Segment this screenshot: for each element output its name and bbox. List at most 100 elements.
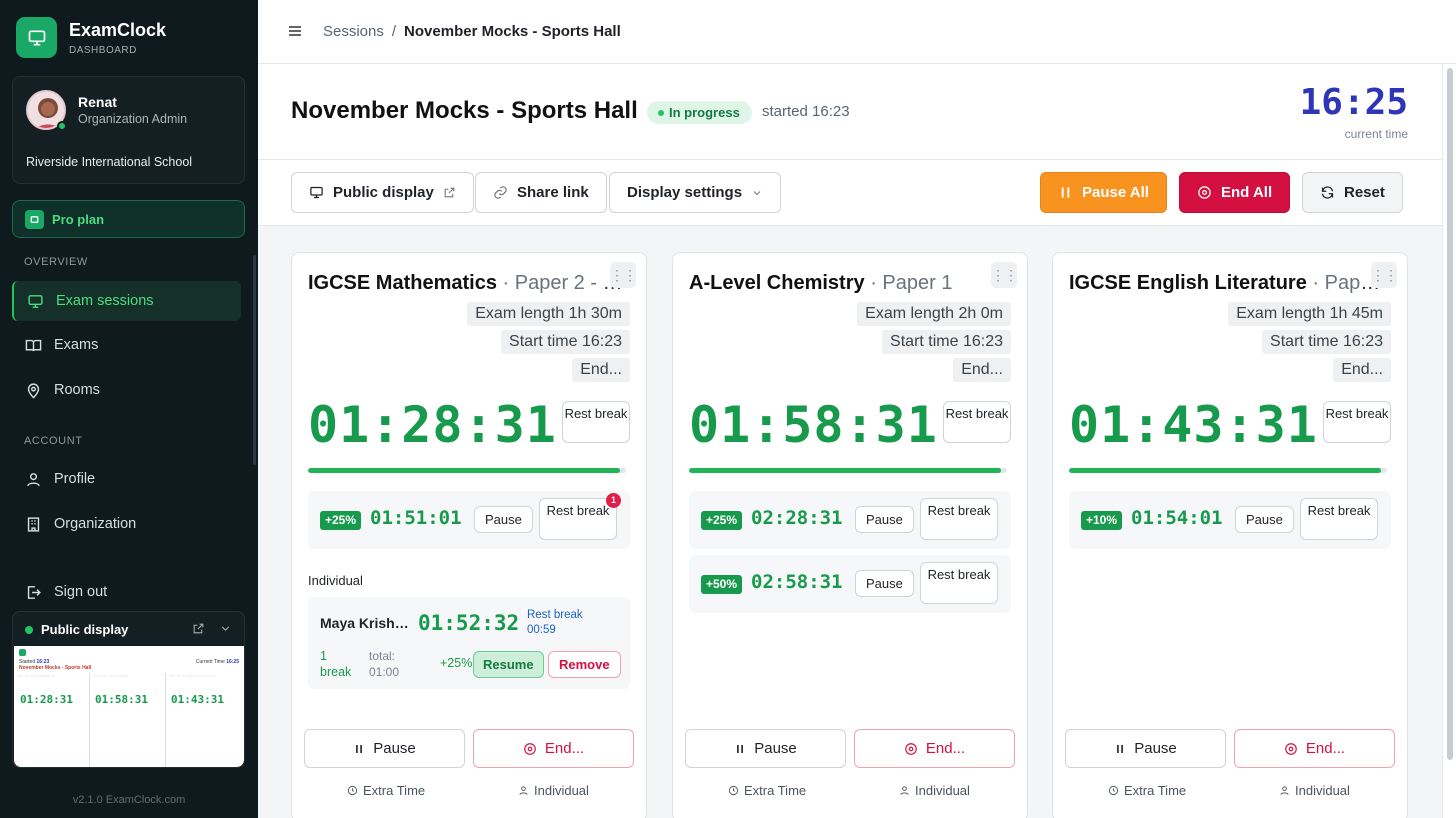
rest-break-status-time: 00:59 — [527, 624, 556, 636]
exam-subject: IGCSE Mathematics — [308, 272, 497, 294]
start-time: Start time 16:23 — [1262, 330, 1391, 354]
individual-student-row: Maya Krishnan 01:52:32 Rest break 00:59 … — [308, 597, 630, 689]
main-scrollbar-thumb[interactable] — [1447, 68, 1453, 760]
extra-time-pause-button[interactable]: Pause — [474, 506, 533, 533]
start-time: Start time 16:23 — [882, 330, 1011, 354]
nav-item-profile[interactable]: Profile — [12, 459, 241, 499]
extra-time-timer: 01:51:01 — [370, 507, 462, 529]
rest-break-button[interactable]: Rest break — [943, 401, 1011, 443]
rest-break-button[interactable]: Rest break — [562, 401, 630, 443]
nav-item-exam-sessions[interactable]: Exam sessions — [12, 281, 241, 321]
map-pin-icon — [27, 382, 40, 399]
external-link-icon[interactable] — [192, 622, 205, 635]
pause-label: Pause — [754, 740, 797, 757]
sidebar-scrollbar[interactable] — [253, 255, 256, 465]
end-all-button[interactable]: End All — [1179, 172, 1291, 213]
main-scrollbar[interactable] — [1442, 64, 1456, 818]
card-end-button[interactable]: End... — [1234, 729, 1395, 768]
status-dot — [25, 625, 33, 634]
nav-item-organization[interactable]: Organization — [12, 504, 241, 544]
individual-link[interactable]: Individual — [899, 783, 970, 798]
drag-handle-icon[interactable]: ⋮⋮ — [991, 262, 1018, 288]
menu-icon[interactable] — [287, 23, 303, 39]
reset-button[interactable]: Reset — [1302, 172, 1403, 213]
nav-item-sign-out[interactable]: Sign out — [12, 572, 241, 612]
nav-item-label: Organization — [54, 516, 137, 532]
card-pause-button[interactable]: Pause — [304, 729, 465, 768]
plan-label: Pro plan — [52, 211, 105, 227]
card-pause-button[interactable]: Pause — [685, 729, 846, 768]
individual-link[interactable]: Individual — [518, 783, 589, 798]
breadcrumb-sessions[interactable]: Sessions — [323, 23, 384, 40]
extra-time-link[interactable]: Extra Time — [1108, 783, 1186, 798]
public-display-preview[interactable]: Started 16:23 Current Time 16:25 Novembe… — [14, 646, 244, 767]
drag-handle-icon[interactable]: ⋮⋮ — [1371, 262, 1398, 288]
exam-card-igcse-english-literature: IGCSE English Literature · Paper 1 ⋮⋮ Ex… — [1052, 252, 1408, 818]
topbar: Sessions / November Mocks - Sports Hall — [258, 0, 1456, 64]
extra-time-rest-break-button[interactable]: Rest break — [920, 562, 998, 604]
individual-link-label: Individual — [915, 783, 970, 798]
end-all-label: End All — [1221, 184, 1273, 201]
individual-link[interactable]: Individual — [1279, 783, 1350, 798]
extra-time-rest-break-button[interactable]: Rest break 1 — [539, 493, 621, 540]
user-icon — [27, 472, 40, 486]
monitor-icon — [310, 186, 323, 199]
extra-time-row: +50% 02:58:31 Pause Rest break — [689, 555, 1011, 613]
breadcrumb-separator: / — [391, 23, 397, 40]
brand[interactable]: ExamClock DASHBOARD — [16, 17, 166, 58]
nav-item-exams[interactable]: Exams — [12, 325, 241, 365]
card-pause-button[interactable]: Pause — [1065, 729, 1226, 768]
display-settings-dropdown[interactable]: Display settings — [609, 172, 782, 213]
nav-section-account: ACCOUNT — [24, 435, 83, 447]
public-display-card[interactable]: Public display Started 16:23 Current Tim… — [12, 611, 245, 768]
building-icon — [27, 516, 40, 532]
extra-time-link[interactable]: Extra Time — [347, 783, 425, 798]
break-total: total: 01:00 — [369, 649, 400, 679]
breadcrumb-current: November Mocks - Sports Hall — [404, 23, 621, 40]
extra-time-link[interactable]: Extra Time — [728, 783, 806, 798]
display-settings-label: Display settings — [627, 184, 743, 201]
extra-time-rest-break-button[interactable]: Rest break — [1300, 498, 1378, 540]
remove-button[interactable]: Remove — [548, 651, 621, 678]
rest-break-button[interactable]: Rest break — [1323, 401, 1391, 443]
extra-time-badge: +10% — [1081, 511, 1123, 530]
end-label: End... — [544, 740, 585, 757]
card-end-button[interactable]: End... — [473, 729, 634, 768]
rest-break-status: Rest break 00:59 — [527, 608, 583, 638]
exam-card-igcse-mathematics: IGCSE Mathematics · Paper 2 - Calculator… — [291, 252, 647, 818]
card-end-button[interactable]: End... — [854, 729, 1015, 768]
share-link-label: Share link — [517, 184, 589, 201]
share-link-button[interactable]: Share link — [475, 172, 607, 213]
preview-column: IGCSE English Literature 01:43:31 — [169, 673, 224, 706]
extra-time-pause-button[interactable]: Pause — [855, 506, 914, 533]
external-link-icon — [444, 187, 455, 198]
individual-link-label: Individual — [1295, 783, 1350, 798]
preview-column: A-Level Chemistry 01:58:31 — [93, 673, 166, 767]
extra-time-pause-button[interactable]: Pause — [1235, 506, 1294, 533]
chevron-down-icon[interactable] — [219, 622, 232, 635]
reset-label: Reset — [1344, 184, 1385, 201]
nav-item-rooms[interactable]: Rooms — [12, 370, 241, 410]
extra-time-rest-break-button[interactable]: Rest break — [920, 498, 998, 540]
public-display-button[interactable]: Public display — [291, 172, 474, 213]
current-time-clock: 16:25 — [1299, 82, 1408, 123]
extra-time-link-label: Extra Time — [1124, 783, 1187, 798]
stop-circle-icon — [1198, 186, 1211, 199]
progress-bar — [1069, 468, 1387, 473]
pause-label: Pause — [1134, 740, 1177, 757]
app-subtitle: DASHBOARD — [69, 44, 137, 56]
drag-handle-icon[interactable]: ⋮⋮ — [610, 262, 637, 288]
user-card[interactable]: Renat Organization Admin Riverside Inter… — [12, 76, 245, 184]
monitor-icon — [16, 17, 57, 58]
preview-column: IGCSE Mathematics 01:28:31 — [17, 673, 90, 767]
plan-badge[interactable]: Pro plan — [12, 200, 245, 238]
chevron-down-icon — [753, 190, 761, 195]
extra-time-pause-button[interactable]: Pause — [855, 570, 914, 597]
resume-button[interactable]: Resume — [473, 651, 544, 678]
public-display-header: Public display — [25, 622, 128, 637]
pause-all-button[interactable]: Pause All — [1040, 172, 1167, 213]
user-name: Renat — [78, 94, 117, 110]
extra-time-row: +25% 02:28:31 Pause Rest break — [689, 491, 1011, 549]
user-icon — [1280, 786, 1289, 795]
stop-circle-icon — [905, 742, 917, 755]
